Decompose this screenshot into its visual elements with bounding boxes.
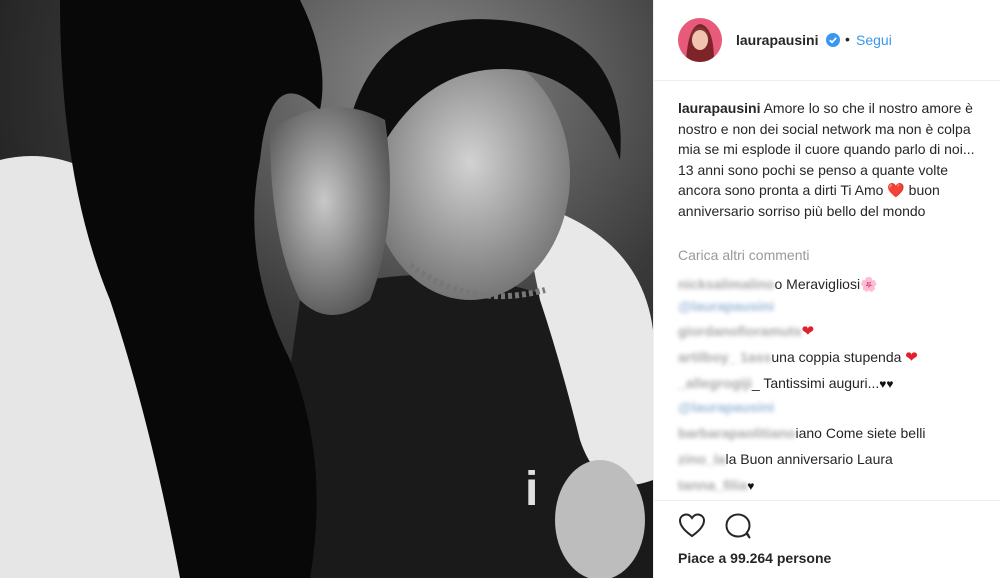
comment-item: @laurapausini: [678, 399, 774, 415]
speech-bubble-icon[interactable]: [724, 512, 752, 540]
avatar-image: [678, 18, 722, 62]
comment-text: iano Come siete belli: [795, 425, 926, 441]
post-username[interactable]: laurapausini: [736, 32, 818, 48]
comment-mention[interactable]: @laurapausini: [678, 298, 774, 314]
comment-text: la Buon anniversario Laura: [725, 451, 893, 467]
comment-username[interactable]: _allegrogiji: [678, 375, 752, 391]
avatar[interactable]: [678, 18, 722, 62]
comment-item: @laurapausini: [678, 298, 774, 314]
comment-mention[interactable]: @laurapausini: [678, 399, 774, 415]
comment-item: barbarapaolitianoiano Come siete belli: [678, 425, 925, 441]
post-header: laurapausini • Segui: [654, 0, 1000, 81]
comment-text: o Meravigliosi: [774, 276, 861, 292]
comment-username[interactable]: nicksalimalino: [678, 276, 774, 292]
flower-emoji-icon: 🌸: [860, 276, 878, 292]
couple-photo-image: i: [0, 0, 653, 578]
svg-text:i: i: [525, 463, 538, 516]
follow-button[interactable]: Segui: [856, 32, 892, 48]
load-more-comments-button[interactable]: Carica altri commenti: [678, 247, 809, 263]
comment-item: artilboy_ 1assuna coppia stupenda ❤: [678, 348, 918, 366]
comment-item: giordanofioramuts❤: [678, 322, 814, 340]
comment-username[interactable]: tanna_filia: [678, 477, 747, 493]
post-side-panel: laurapausini • Segui laurapausini Amore …: [654, 0, 1000, 578]
verified-badge-icon: [826, 33, 840, 47]
comment-item: tanna_filia♥: [678, 477, 754, 493]
comment-text: _ Tantissimi auguri...: [751, 375, 880, 391]
comment-item: zino_lala Buon anniversario Laura: [678, 451, 893, 467]
comment-item: _allegrogiji_ Tantissimi auguri...♥♥: [678, 375, 894, 391]
comment-username[interactable]: artilboy_ 1ass: [678, 349, 771, 365]
comment-text: una coppia stupenda: [771, 349, 902, 365]
comment-item: nicksalimalinoo Meravigliosi🌸: [678, 276, 878, 293]
post-caption: laurapausini Amore lo so che il nostro a…: [678, 98, 978, 221]
heart-outline-icon[interactable]: [678, 512, 706, 540]
red-heart-icon: ❤: [905, 349, 918, 366]
caption-username[interactable]: laurapausini: [678, 100, 760, 116]
actions-divider: [654, 500, 1000, 501]
caption-text: Amore lo so che il nostro amore è nostro…: [678, 100, 975, 219]
comment-username[interactable]: barbarapaolitiano: [678, 425, 795, 441]
likes-count[interactable]: Piace a 99.264 persone: [678, 550, 831, 566]
comment-username[interactable]: giordanofioramuts: [678, 323, 802, 339]
post-photo[interactable]: i: [0, 0, 653, 578]
comment-username[interactable]: zino_la: [678, 451, 725, 467]
black-heart-icon: ♥: [747, 479, 755, 493]
red-heart-icon: ❤: [801, 323, 815, 340]
separator-dot: •: [845, 31, 850, 47]
black-heart-icon: ♥♥: [879, 377, 894, 391]
